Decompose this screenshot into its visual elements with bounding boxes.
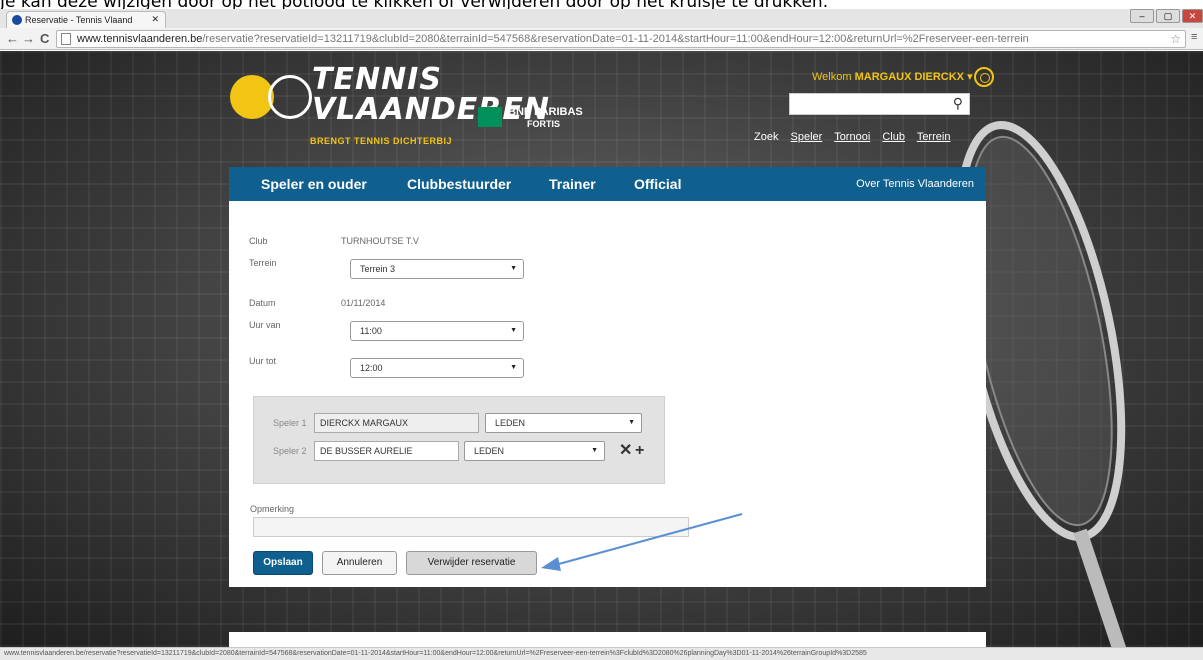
sponsor-subname: FORTIS	[527, 119, 560, 129]
tab-title: Reservatie - Tennis Vlaand	[25, 15, 133, 25]
players-box: Speler 1 DIERCKX MARGAUX LEDEN ▼ Speler …	[253, 396, 665, 484]
browser-toolbar: ← → C www.tennisvlaanderen.be/reservatie…	[0, 28, 1203, 50]
search-label: Zoek	[754, 131, 779, 143]
nav-trainer[interactable]: Trainer	[549, 176, 596, 192]
tab-close-icon[interactable]: ✕	[151, 14, 159, 25]
footer-partners-strip	[229, 632, 986, 647]
uur-tot-select[interactable]: 12:00 ▼	[350, 358, 524, 378]
search-icon[interactable]: ⚲	[953, 95, 963, 112]
speler2-label: Speler 2	[273, 446, 307, 456]
main-navigation: Speler en ouder Clubbestuurder Trainer O…	[229, 167, 986, 201]
reload-icon[interactable]: C	[40, 31, 49, 46]
nav-speler-en-ouder[interactable]: Speler en ouder	[261, 176, 367, 192]
remark-label: Opmerking	[250, 504, 295, 514]
link-club[interactable]: Club	[882, 131, 905, 143]
save-button[interactable]: Opslaan	[253, 551, 313, 575]
remove-player-icon[interactable]: ✕	[619, 443, 632, 459]
nav-over-tennis-vlaanderen[interactable]: Over Tennis Vlaanderen	[856, 178, 974, 190]
status-bar-url: www.tennisvlaanderen.be/reservatie?reser…	[0, 647, 1203, 660]
url-host: www.tennisvlaanderen.be	[77, 33, 203, 45]
logo-tennis: TENNIS	[312, 62, 442, 97]
speler1-label: Speler 1	[273, 418, 307, 428]
club-label: Club	[249, 236, 268, 246]
tennis-ball-outline-icon	[268, 75, 312, 119]
dropdown-arrow-icon: ▼	[510, 364, 517, 371]
speler2-name-field[interactable]: DE BUSSER AURELIE	[314, 441, 459, 461]
dropdown-arrow-icon: ▼	[591, 447, 598, 454]
logo-tagline: BRENGT TENNIS DICHTERBIJ	[310, 136, 453, 146]
page-icon	[61, 33, 71, 45]
page-viewport: TENNIS VLAANDEREN BRENGT TENNIS DICHTERB…	[0, 51, 1203, 647]
speler1-type-select[interactable]: LEDEN ▼	[485, 413, 642, 433]
window-close-icon[interactable]: ✕	[1182, 9, 1203, 23]
user-name: MARGAUX DIERCKX	[854, 71, 964, 83]
dropdown-arrow-icon: ▼	[628, 419, 635, 426]
address-bar[interactable]: www.tennisvlaanderen.be/reservatie?reser…	[56, 30, 1186, 48]
back-arrow-icon[interactable]: ←	[6, 31, 19, 46]
uur-van-select[interactable]: 11:00 ▼	[350, 321, 524, 341]
link-speler[interactable]: Speler	[791, 131, 823, 143]
speler2-type-value: LEDEN	[474, 446, 505, 456]
search-input[interactable]: ⚲	[789, 93, 970, 115]
chevron-down-icon: ▾	[967, 71, 973, 83]
speler1-name-field: DIERCKX MARGAUX	[314, 413, 479, 433]
uur-van-value: 11:00	[360, 326, 382, 336]
browser-tab[interactable]: Reservatie - Tennis Vlaand ✕	[6, 11, 166, 28]
dropdown-arrow-icon: ▼	[510, 327, 517, 334]
menu-icon[interactable]: ≡	[1191, 31, 1197, 43]
club-value: TURNHOUTSE T.V	[341, 236, 419, 246]
top-links: Zoek Speler Tornooi Club Terrein	[754, 131, 959, 143]
nav-official[interactable]: Official	[634, 176, 681, 192]
uur-van-label: Uur van	[249, 320, 281, 330]
user-target-icon[interactable]	[974, 67, 994, 87]
cancel-button[interactable]: Annuleren	[322, 551, 397, 575]
uur-tot-value: 12:00	[360, 363, 383, 373]
delete-reservation-button[interactable]: Verwijder reservatie	[406, 551, 537, 575]
link-terrein[interactable]: Terrein	[917, 131, 951, 143]
favicon-icon	[12, 15, 22, 25]
minimize-icon[interactable]: –	[1130, 9, 1154, 23]
terrein-value: Terrein 3	[360, 264, 396, 274]
datum-value: 01/11/2014	[341, 298, 386, 308]
terrein-select[interactable]: Terrein 3 ▼	[350, 259, 524, 279]
datum-label: Datum	[249, 298, 276, 308]
browser-tab-bar: Reservatie - Tennis Vlaand ✕ – ▢ ✕	[0, 9, 1203, 28]
forward-arrow-icon[interactable]: →	[22, 31, 35, 46]
link-tornooi[interactable]: Tornooi	[834, 131, 870, 143]
nav-clubbestuurder[interactable]: Clubbestuurder	[407, 176, 511, 192]
speler1-type-value: LEDEN	[495, 418, 526, 428]
sponsor-logo-icon	[478, 107, 502, 127]
speler2-type-select[interactable]: LEDEN ▼	[464, 441, 605, 461]
dropdown-arrow-icon: ▼	[510, 265, 517, 272]
uur-tot-label: Uur tot	[249, 356, 277, 366]
welcome-text[interactable]: Welkom MARGAUX DIERCKX ▾	[812, 70, 973, 83]
terrein-label: Terrein	[249, 258, 277, 268]
url-path: /reservatie?reservatieId=13211719&clubId…	[202, 33, 1029, 45]
sponsor-name: BNP PARIBAS	[508, 106, 583, 118]
add-player-icon[interactable]: +	[635, 443, 644, 459]
maximize-icon[interactable]: ▢	[1156, 9, 1180, 23]
remark-field[interactable]	[253, 517, 689, 537]
bookmark-star-icon[interactable]: ☆	[1170, 31, 1181, 47]
reservation-form: Club TURNHOUTSE T.V Terrein Terrein 3 ▼ …	[229, 201, 986, 587]
welcome-prefix: Welkom	[812, 71, 852, 83]
